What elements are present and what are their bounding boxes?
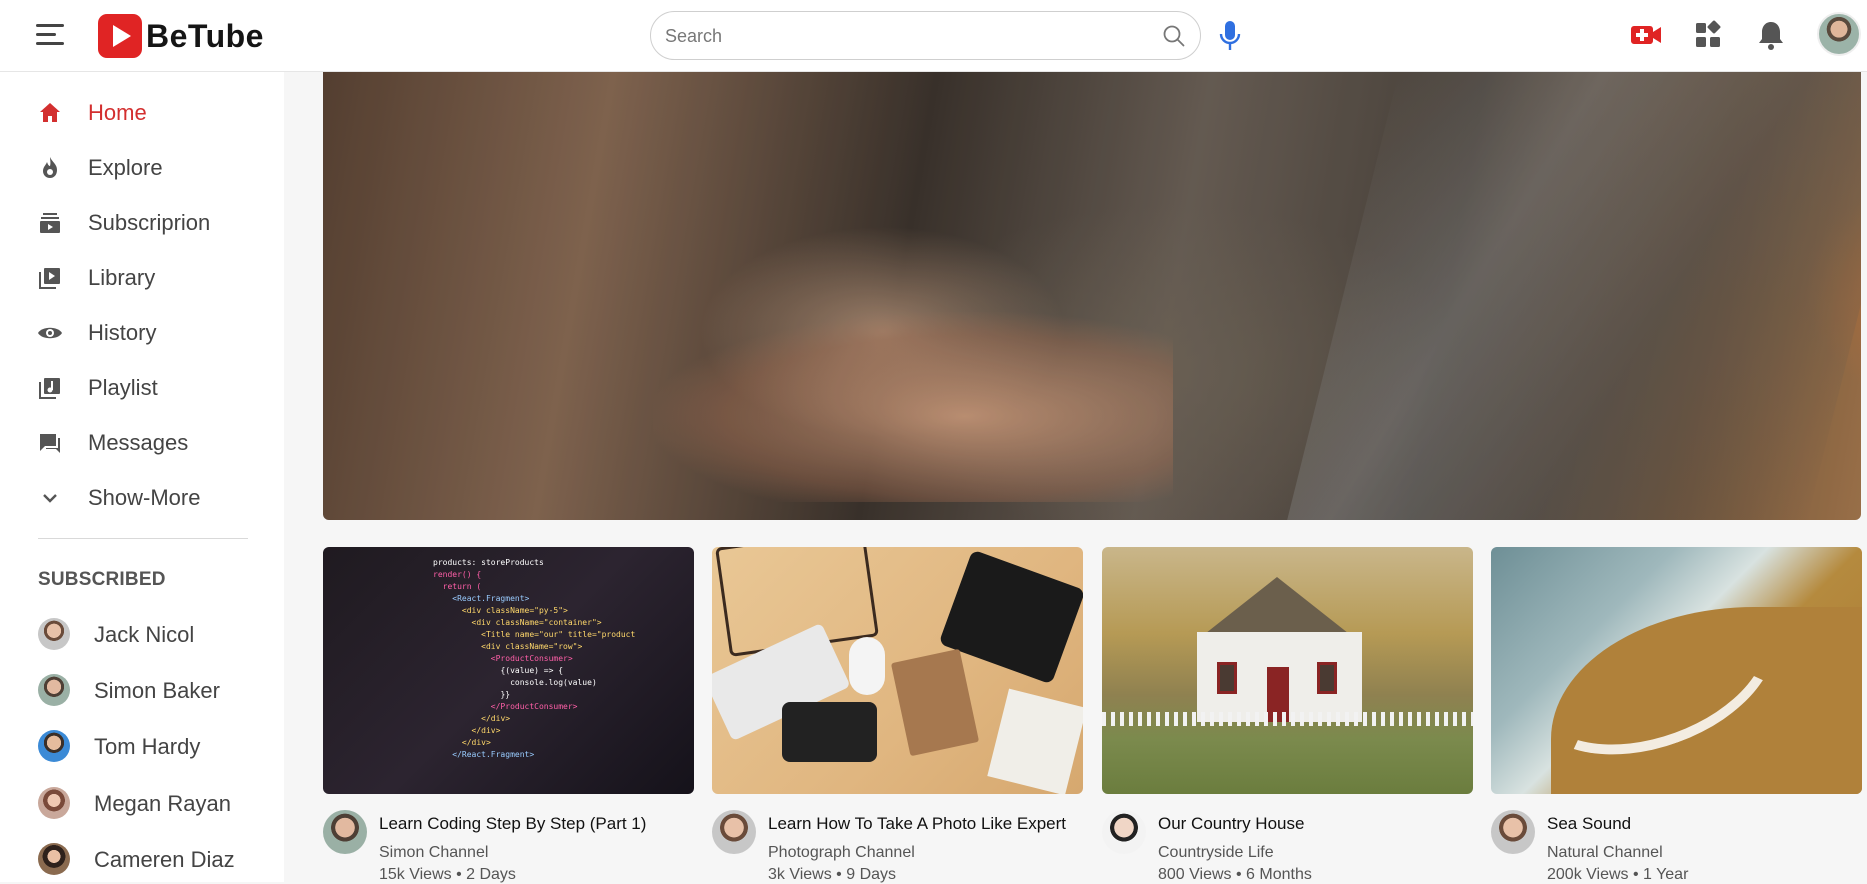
app-name: BeTube <box>146 17 264 54</box>
video-title[interactable]: Learn Coding Step By Step (Part 1) <box>379 814 646 834</box>
video-meta: Learn How To Take A Photo Like Expert Ph… <box>712 794 1083 883</box>
roof-shape <box>1201 577 1353 637</box>
subscribed-item[interactable]: Jack Nicol <box>0 609 284 659</box>
video-stats: 800 Views • 6 Months <box>1158 866 1312 883</box>
channel-avatar[interactable] <box>1102 810 1146 854</box>
mouse-shape <box>849 637 885 695</box>
subscribed-item[interactable]: Tom Hardy <box>0 721 284 771</box>
video-card[interactable]: Learn How To Take A Photo Like Expert Ph… <box>712 547 1083 883</box>
code-illustration: products: storeProducts render() { retur… <box>433 558 636 759</box>
video-meta: Learn Coding Step By Step (Part 1) Simon… <box>323 794 694 883</box>
channel-name[interactable]: Photograph Channel <box>768 844 915 862</box>
home-icon <box>40 103 60 122</box>
video-card[interactable]: products: storeProducts render() { retur… <box>323 547 694 883</box>
sidebar-item-explore[interactable]: Explore <box>0 145 284 191</box>
subscribed-item[interactable]: Cameren Diaz <box>0 834 284 884</box>
subscribed-item[interactable]: Simon Baker <box>0 665 284 715</box>
sidebar-item-label: History <box>88 320 157 345</box>
microphone-icon[interactable] <box>1216 19 1244 53</box>
flame-icon <box>43 157 57 178</box>
chevron-down-icon <box>43 494 57 503</box>
library-icon <box>39 268 60 289</box>
apps-icon[interactable] <box>1691 18 1725 52</box>
playlist-icon <box>39 378 60 399</box>
play-logo-icon <box>98 14 142 58</box>
sidebar-item-library[interactable]: Library <box>0 255 284 301</box>
sidebar-item-messages[interactable]: Messages <box>0 420 284 466</box>
top-bar: BeTube <box>0 0 1867 72</box>
subscribed-name: Megan Rayan <box>94 791 231 816</box>
sidebar-item-show-more[interactable]: Show-More <box>0 475 284 521</box>
sidebar-item-label: Playlist <box>88 375 158 400</box>
avatar <box>38 843 70 875</box>
video-meta: Sea Sound Natural Channel 200k Views • 1… <box>1491 794 1862 883</box>
video-meta: Our Country House Countryside Life 800 V… <box>1102 794 1473 883</box>
video-title[interactable]: Our Country House <box>1158 814 1304 834</box>
menu-icon[interactable] <box>36 24 64 46</box>
search-icon[interactable] <box>1162 24 1186 48</box>
subscribed-item[interactable]: Megan Rayan <box>0 778 284 828</box>
video-thumbnail[interactable]: products: storeProducts render() { retur… <box>323 547 694 794</box>
subscribed-name: Jack Nicol <box>94 622 195 647</box>
video-stats: 200k Views • 1 Year <box>1547 866 1689 883</box>
sidebar-item-label: Messages <box>88 430 189 455</box>
eye-icon <box>38 327 62 339</box>
search-box <box>650 11 1201 60</box>
video-thumbnail[interactable] <box>712 547 1083 794</box>
chat-icon <box>40 434 60 453</box>
subscribed-name: Cameren Diaz <box>94 847 235 872</box>
sidebar-item-label: Show-More <box>88 485 201 510</box>
search-input[interactable] <box>665 22 1135 50</box>
video-title[interactable]: Sea Sound <box>1547 814 1631 834</box>
avatar <box>38 787 70 819</box>
video-stats: 3k Views • 9 Days <box>768 866 897 883</box>
logo[interactable]: BeTube <box>98 14 264 58</box>
sidebar-divider <box>38 538 248 539</box>
video-thumbnail[interactable] <box>1491 547 1862 794</box>
channel-name[interactable]: Natural Channel <box>1547 844 1663 862</box>
video-card[interactable]: Sea Sound Natural Channel 200k Views • 1… <box>1491 547 1862 883</box>
sidebar-item-playlist[interactable]: Playlist <box>0 365 284 411</box>
subscriptions-icon <box>40 213 60 233</box>
sidebar-item-subscription[interactable]: Subscriprion <box>0 200 284 246</box>
channel-avatar[interactable] <box>1491 810 1535 854</box>
video-camera-icon[interactable] <box>1629 18 1663 52</box>
sidebar-item-label: Home <box>88 100 147 125</box>
sidebar-item-home[interactable]: Home <box>0 90 284 136</box>
sidebar-item-label: Library <box>88 265 156 290</box>
avatar <box>38 730 70 762</box>
hero-banner[interactable] <box>323 72 1861 520</box>
channel-name[interactable]: Countryside Life <box>1158 844 1274 862</box>
magazine-shape <box>987 688 1083 794</box>
avatar <box>38 618 70 650</box>
window-shape <box>1317 662 1337 694</box>
video-title[interactable]: Learn How To Take A Photo Like Expert <box>768 814 1066 834</box>
channel-avatar[interactable] <box>712 810 756 854</box>
video-thumbnail[interactable] <box>1102 547 1473 794</box>
channel-name[interactable]: Simon Channel <box>379 844 488 862</box>
sidebar-item-history[interactable]: History <box>0 310 284 356</box>
user-avatar[interactable] <box>1817 12 1861 56</box>
subscribed-name: Simon Baker <box>94 678 220 703</box>
bell-icon[interactable] <box>1754 18 1788 52</box>
video-stats: 15k Views • 2 Days <box>379 866 516 883</box>
avatar <box>38 674 70 706</box>
window-shape <box>1217 662 1237 694</box>
channel-avatar[interactable] <box>323 810 367 854</box>
fence-shape <box>1102 712 1473 726</box>
subscribed-heading: SUBSCRIBED <box>38 569 166 590</box>
camera-shape <box>782 702 877 762</box>
sidebar-item-label: Subscriprion <box>88 210 211 235</box>
video-card[interactable]: Our Country House Countryside Life 800 V… <box>1102 547 1473 883</box>
sidebar-item-label: Explore <box>88 155 163 180</box>
subscribed-name: Tom Hardy <box>94 734 201 759</box>
sidebar: Home Explore Subscriprion Library Histor… <box>0 72 284 882</box>
banner-shade <box>323 72 1861 520</box>
notebook-shape <box>890 648 980 757</box>
